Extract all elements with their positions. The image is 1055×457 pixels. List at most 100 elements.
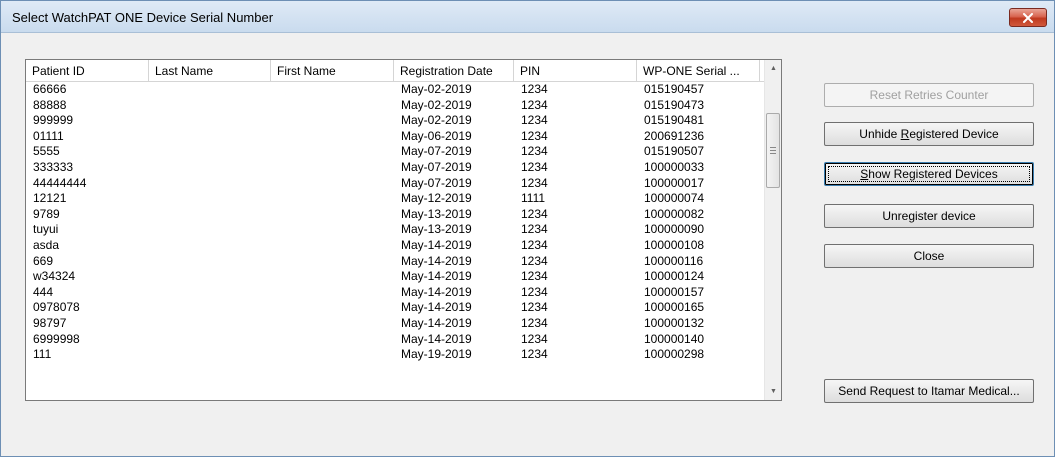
- cell-registration-date: May-14-2019: [401, 300, 472, 314]
- cell-wp-one-serial: 100000090: [644, 222, 705, 236]
- cell-registration-date: May-13-2019: [401, 222, 472, 236]
- cell-pin: 1234: [521, 238, 548, 252]
- cell-registration-date: May-14-2019: [401, 269, 472, 283]
- cell-wp-one-serial: 015190473: [644, 98, 705, 112]
- scroll-thumb[interactable]: [766, 113, 780, 188]
- table-row[interactable]: 44444444 May-07-2019 1234 100000017: [26, 176, 764, 191]
- cell-registration-date: May-12-2019: [401, 191, 472, 205]
- unhide-registered-device-button[interactable]: Unhide Registered Device: [824, 122, 1034, 146]
- cell-last-name: [149, 300, 156, 315]
- cell-last-name: [149, 113, 156, 128]
- table-row[interactable]: 444 May-14-2019 1234 100000157: [26, 285, 764, 300]
- cell-patient-id: asda: [33, 238, 60, 252]
- vertical-scrollbar[interactable]: ▲ ▼: [764, 60, 781, 400]
- column-header-first-name[interactable]: First Name: [271, 60, 394, 82]
- cell-wp-one-serial: 100000116: [644, 254, 704, 268]
- cell-patient-id: 98797: [33, 316, 67, 330]
- cell-registration-date: May-02-2019: [401, 82, 472, 96]
- table-row[interactable]: 333333 May-07-2019 1234 100000033: [26, 160, 764, 175]
- cell-first-name: [271, 347, 278, 362]
- cell-patient-id: w34324: [33, 269, 76, 283]
- cell-last-name: [149, 129, 156, 144]
- table-row[interactable]: 111 May-19-2019 1234 100000298: [26, 347, 764, 362]
- table-row[interactable]: 0978078 May-14-2019 1234 100000165: [26, 300, 764, 315]
- table-row[interactable]: 669 May-14-2019 1234 100000116: [26, 254, 764, 269]
- table-row[interactable]: 5555 May-07-2019 1234 015190507: [26, 144, 764, 159]
- cell-registration-date: May-13-2019: [401, 207, 472, 221]
- title-bar[interactable]: Select WatchPAT ONE Device Serial Number: [1, 1, 1054, 33]
- cell-wp-one-serial: 100000124: [644, 269, 705, 283]
- unhide-label-suffix: egistered Device: [909, 127, 999, 141]
- cell-wp-one-serial: 200691236: [644, 129, 705, 143]
- table-row[interactable]: asda May-14-2019 1234 100000108: [26, 238, 764, 253]
- cell-wp-one-serial: 100000082: [644, 207, 705, 221]
- cell-first-name: [271, 316, 278, 331]
- table-row[interactable]: 98797 May-14-2019 1234 100000132: [26, 316, 764, 331]
- cell-patient-id: 6999998: [33, 332, 80, 346]
- cell-pin: 1234: [521, 113, 548, 127]
- table-row[interactable]: 88888 May-02-2019 1234 015190473: [26, 98, 764, 113]
- cell-first-name: [271, 300, 278, 315]
- close-window-button[interactable]: [1009, 8, 1047, 27]
- cell-wp-one-serial: 100000108: [644, 238, 705, 252]
- scroll-up-arrow-icon[interactable]: ▲: [765, 60, 781, 77]
- cell-registration-date: May-06-2019: [401, 129, 472, 143]
- cell-wp-one-serial: 100000033: [644, 160, 705, 174]
- cell-last-name: [149, 176, 156, 191]
- column-header-registration-date[interactable]: Registration Date: [394, 60, 514, 82]
- cell-last-name: [149, 285, 156, 300]
- table-row[interactable]: w34324 May-14-2019 1234 100000124: [26, 269, 764, 284]
- table-row[interactable]: tuyui May-13-2019 1234 100000090: [26, 222, 764, 237]
- cell-first-name: [271, 144, 278, 159]
- column-header-wp-one-serial[interactable]: WP-ONE Serial ...: [637, 60, 760, 82]
- table-row[interactable]: 01111 May-06-2019 1234 200691236: [26, 129, 764, 144]
- cell-registration-date: May-02-2019: [401, 98, 472, 112]
- cell-wp-one-serial: 100000298: [644, 347, 705, 361]
- window-title: Select WatchPAT ONE Device Serial Number: [12, 10, 274, 25]
- cell-pin: 1234: [521, 347, 548, 361]
- table-row[interactable]: 6999998 May-14-2019 1234 100000140: [26, 332, 764, 347]
- cell-last-name: [149, 207, 156, 222]
- cell-registration-date: May-07-2019: [401, 144, 472, 158]
- cell-pin: 1234: [521, 254, 548, 268]
- cell-pin: 1234: [521, 222, 548, 236]
- cell-wp-one-serial: 015190457: [644, 82, 705, 96]
- cell-patient-id: 0978078: [33, 300, 80, 314]
- cell-registration-date: May-07-2019: [401, 160, 472, 174]
- cell-last-name: [149, 82, 156, 97]
- table-row[interactable]: 999999 May-02-2019 1234 015190481: [26, 113, 764, 128]
- cell-patient-id: 66666: [33, 82, 67, 96]
- cell-pin: 1234: [521, 160, 548, 174]
- cell-pin: 1234: [521, 98, 548, 112]
- cell-first-name: [271, 191, 278, 206]
- cell-last-name: [149, 222, 156, 237]
- cell-last-name: [149, 254, 156, 269]
- device-list[interactable]: Patient ID Last Name First Name Registra…: [25, 59, 782, 401]
- reset-retries-counter-button[interactable]: Reset Retries Counter: [824, 83, 1034, 107]
- unhide-label-prefix: Unhide: [859, 127, 901, 141]
- cell-last-name: [149, 347, 156, 362]
- show-registered-devices-button[interactable]: Show Registered Devices: [824, 162, 1034, 186]
- cell-wp-one-serial: 100000140: [644, 332, 705, 346]
- cell-patient-id: 01111: [33, 129, 64, 143]
- table-row[interactable]: 66666 May-02-2019 1234 015190457: [26, 82, 764, 97]
- cell-patient-id: 12121: [33, 191, 67, 205]
- close-button[interactable]: Close: [824, 244, 1034, 268]
- cell-registration-date: May-14-2019: [401, 285, 472, 299]
- cell-registration-date: May-14-2019: [401, 238, 472, 252]
- cell-last-name: [149, 316, 156, 331]
- cell-last-name: [149, 269, 156, 284]
- cell-pin: 1234: [521, 285, 548, 299]
- unregister-device-button[interactable]: Unregister device: [824, 204, 1034, 228]
- cell-first-name: [271, 285, 278, 300]
- dialog-window: Select WatchPAT ONE Device Serial Number…: [0, 0, 1055, 457]
- scroll-down-arrow-icon[interactable]: ▼: [765, 383, 781, 400]
- table-row[interactable]: 9789 May-13-2019 1234 100000082: [26, 207, 764, 222]
- cell-last-name: [149, 144, 156, 159]
- table-row[interactable]: 12121 May-12-2019 1111 100000074: [26, 191, 764, 206]
- column-header-patient-id[interactable]: Patient ID: [26, 60, 149, 82]
- column-header-pin[interactable]: PIN: [514, 60, 637, 82]
- send-request-button[interactable]: Send Request to Itamar Medical...: [824, 379, 1034, 403]
- column-header-last-name[interactable]: Last Name: [149, 60, 271, 82]
- cell-patient-id: 5555: [33, 144, 60, 158]
